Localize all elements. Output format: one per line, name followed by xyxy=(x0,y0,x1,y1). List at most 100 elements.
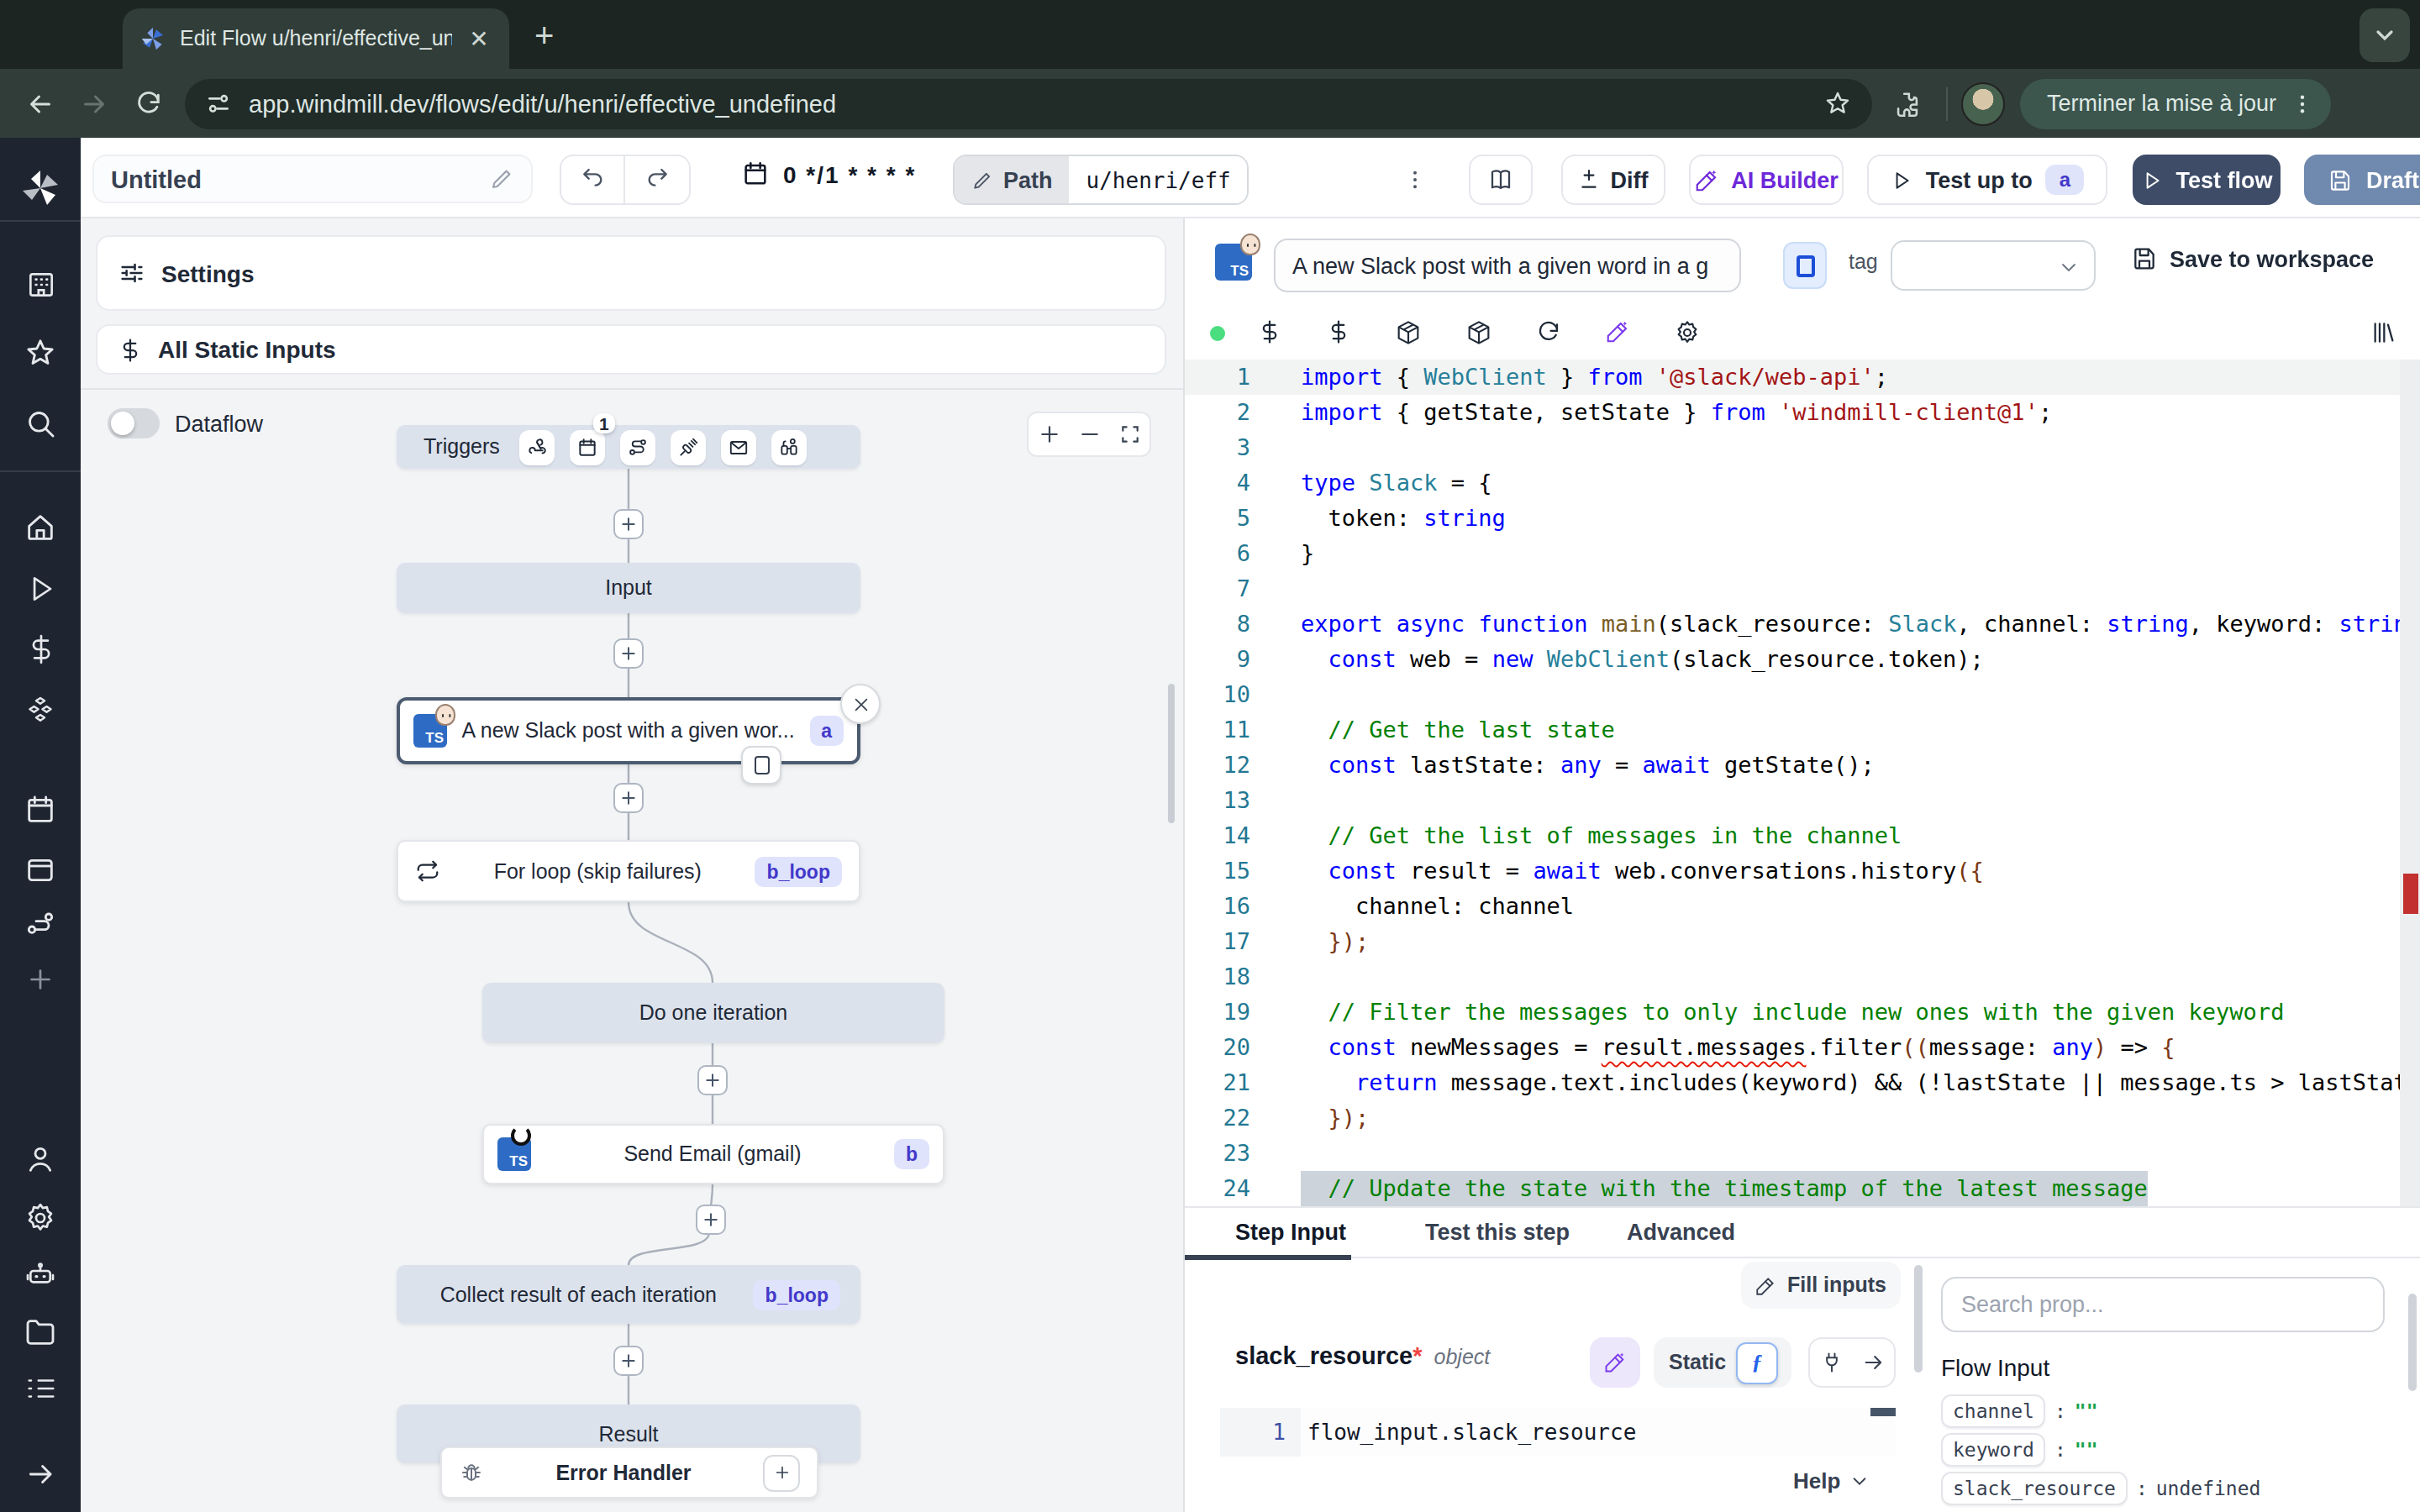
sidebar-item-schedules[interactable] xyxy=(0,793,81,827)
sidebar-item-folders[interactable] xyxy=(0,1315,81,1349)
websocket-trigger-icon[interactable] xyxy=(671,429,707,465)
ai-wand-icon[interactable] xyxy=(1605,319,1630,344)
webhook-trigger-icon[interactable] xyxy=(520,429,555,465)
assets-icon[interactable] xyxy=(1257,319,1282,344)
profile-avatar[interactable] xyxy=(1961,81,2005,125)
sidebar-item-resources[interactable] xyxy=(0,694,81,727)
add-error-handler-button[interactable] xyxy=(763,1454,800,1491)
sidebar-item-favorites[interactable] xyxy=(0,336,81,370)
flow-name-field[interactable]: Untitled xyxy=(92,155,533,203)
code-line[interactable]: 13 xyxy=(1185,783,2420,818)
code-editor[interactable]: 1import { WebClient } from '@slack/web-a… xyxy=(1185,360,2420,1206)
back-button[interactable] xyxy=(13,76,67,130)
flow-input-prop[interactable]: keyword:"" xyxy=(1941,1433,2098,1467)
ai-builder-button[interactable]: AI Builder xyxy=(1689,155,1844,205)
poll-trigger-icon[interactable] xyxy=(772,429,808,465)
sidebar-item-routes[interactable] xyxy=(0,907,81,941)
add-step-button[interactable] xyxy=(613,509,644,539)
fill-inputs-button[interactable]: Fill inputs xyxy=(1741,1262,1901,1309)
test-flow-button[interactable]: Test flow xyxy=(2133,155,2281,205)
code-line[interactable]: 7 xyxy=(1185,571,2420,606)
sidebar-item-home[interactable] xyxy=(0,511,81,544)
run-preview-button[interactable] xyxy=(741,746,781,785)
plug-icon[interactable] xyxy=(1819,1351,1843,1374)
bookmark-star-icon[interactable] xyxy=(1823,89,1852,118)
send-email-node[interactable]: TS Send Email (gmail) b xyxy=(482,1124,944,1184)
reload-icon[interactable] xyxy=(1536,319,1561,344)
sidebar-item-add[interactable] xyxy=(0,964,81,995)
collect-result-node[interactable]: Collect result of each iteration b_loop xyxy=(397,1265,860,1324)
expr-value[interactable]: flow_input.slack_resource xyxy=(1301,1408,1896,1457)
forloop-node[interactable]: For loop (skip failures) b_loop xyxy=(397,840,860,902)
add-step-button[interactable] xyxy=(613,783,644,813)
step-input-scrollbar[interactable] xyxy=(1914,1265,1923,1373)
redo-button[interactable] xyxy=(625,156,689,203)
search-prop-input[interactable]: Search prop... xyxy=(1941,1277,2385,1332)
sidebar-item-runs[interactable] xyxy=(0,573,81,605)
primary-schedule-chip[interactable]: 0 */1 * * * * xyxy=(741,160,916,188)
sidebar-item-variables[interactable] xyxy=(0,633,81,665)
code-line[interactable]: 10 xyxy=(1185,677,2420,712)
error-handler-node[interactable]: Error Handler xyxy=(440,1446,818,1499)
sidebar-item-workspace[interactable] xyxy=(0,269,81,301)
package-icon[interactable] xyxy=(1395,319,1422,346)
draft-button[interactable]: Draft xyxy=(2304,155,2420,205)
code-line[interactable]: 4type Slack = { xyxy=(1185,465,2420,501)
package-icon[interactable] xyxy=(1465,319,1492,346)
code-line[interactable]: 3 xyxy=(1185,430,2420,465)
code-line[interactable]: 19 // Filter the messages to only includ… xyxy=(1185,995,2420,1030)
script-box-button[interactable] xyxy=(1783,242,1827,289)
extensions-icon[interactable] xyxy=(1879,76,1933,130)
finish-update-button[interactable]: Terminer la mise à jour xyxy=(2020,78,2330,129)
route-trigger-icon[interactable] xyxy=(621,429,656,465)
save-to-workspace-button[interactable]: Save to workspace xyxy=(2131,245,2374,272)
flow-input-prop[interactable]: channel:"" xyxy=(1941,1394,2098,1428)
tag-select[interactable] xyxy=(1891,240,2096,291)
tab-test-this-step[interactable]: Test this step xyxy=(1425,1220,1570,1245)
code-line[interactable]: 21 return message.text.includes(keyword)… xyxy=(1185,1065,2420,1100)
code-line[interactable]: 23 xyxy=(1185,1136,2420,1171)
path-toggle[interactable]: Path u/henri/eff xyxy=(953,155,1249,205)
path-label-segment[interactable]: Path xyxy=(955,156,1070,203)
code-line[interactable]: 12 const lastState: any = await getState… xyxy=(1185,748,2420,783)
edit-pencil-icon[interactable] xyxy=(489,166,514,192)
expr-editor[interactable]: 1 flow_input.slack_resource xyxy=(1220,1408,1896,1457)
left-panel-scrollbar[interactable] xyxy=(1168,684,1175,823)
tab-close-icon[interactable]: ✕ xyxy=(466,25,492,52)
help-link[interactable]: Help xyxy=(1793,1468,1869,1494)
code-line[interactable]: 8export async function main(slack_resour… xyxy=(1185,606,2420,642)
browser-menu-kebab-icon[interactable] xyxy=(2290,92,2313,115)
variables-icon[interactable] xyxy=(1326,319,1351,344)
windmill-logo[interactable] xyxy=(0,168,81,208)
email-trigger-icon[interactable] xyxy=(722,429,757,465)
editor-settings-gear-icon[interactable] xyxy=(1674,319,1701,346)
add-step-button[interactable] xyxy=(697,1065,728,1095)
reload-button[interactable] xyxy=(121,76,175,130)
static-toggle[interactable]: Static ƒ xyxy=(1654,1337,1791,1388)
code-line[interactable]: 5 token: string xyxy=(1185,501,2420,536)
schedule-trigger-icon[interactable]: 1 xyxy=(571,429,606,465)
step-a-node[interactable]: TS A new Slack post with a given wor... … xyxy=(397,697,860,764)
triggers-node[interactable]: Triggers 1 xyxy=(397,425,860,469)
code-line[interactable]: 24 // Update the state with the timestam… xyxy=(1185,1171,2420,1206)
docs-button[interactable] xyxy=(1469,155,1533,205)
code-line[interactable]: 22 }); xyxy=(1185,1100,2420,1136)
code-line[interactable]: 17 }); xyxy=(1185,924,2420,959)
code-line[interactable]: 1import { WebClient } from '@slack/web-a… xyxy=(1185,360,2420,395)
undo-button[interactable] xyxy=(561,156,625,203)
code-line[interactable]: 15 const result = await web.conversation… xyxy=(1185,853,2420,889)
more-options-kebab[interactable] xyxy=(1402,160,1428,200)
sidebar-item-search[interactable] xyxy=(0,407,81,440)
sidebar-item-workers[interactable] xyxy=(0,1258,81,1292)
editor-scrollbar-track[interactable] xyxy=(2400,360,2420,1206)
code-line[interactable]: 14 // Get the list of messages in the ch… xyxy=(1185,818,2420,853)
code-line[interactable]: 11 // Get the last state xyxy=(1185,712,2420,748)
add-step-button[interactable] xyxy=(613,1346,644,1376)
sidebar-item-account[interactable] xyxy=(0,1142,81,1176)
ai-fill-button[interactable] xyxy=(1590,1337,1640,1388)
step-name-input[interactable]: A new Slack post with a given word in a … xyxy=(1274,239,1741,292)
flow-input-node[interactable]: Input xyxy=(397,563,860,613)
code-line[interactable]: 6} xyxy=(1185,536,2420,571)
sidebar-item-audit-logs[interactable] xyxy=(0,1373,81,1404)
new-tab-button[interactable]: + xyxy=(534,17,554,55)
